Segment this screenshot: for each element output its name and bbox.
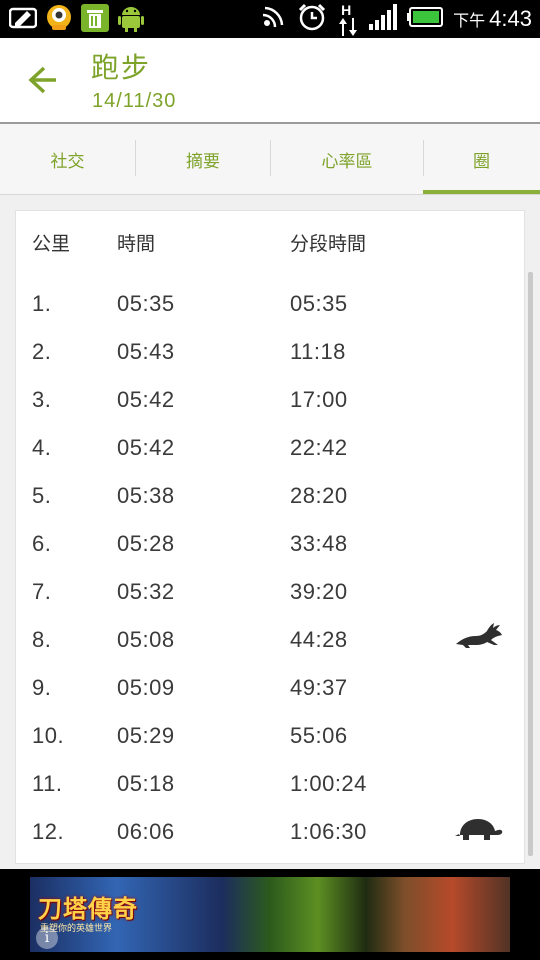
network-type-label: H xyxy=(341,2,352,18)
tab-heart-rate-zones[interactable]: 心率區 xyxy=(271,124,423,194)
lap-split: 1:06:30 xyxy=(290,819,367,844)
lap-row: 1. 05:35 05:35 xyxy=(16,291,516,339)
lap-km: 10. xyxy=(32,723,65,748)
lap-time: 05:38 xyxy=(117,483,175,508)
lap-km: 9. xyxy=(32,675,52,700)
tab-laps[interactable]: 圈 xyxy=(423,124,540,194)
lap-time: 05:42 xyxy=(117,435,175,460)
lap-split: 44:28 xyxy=(290,627,348,652)
lap-row: 5. 05:38 28:20 xyxy=(16,483,516,531)
lap-split: 55:06 xyxy=(290,723,348,748)
lap-split: 22:42 xyxy=(290,435,348,460)
battery-icon xyxy=(407,7,444,31)
lap-row: 12. 06:06 1:06:30 xyxy=(16,819,516,867)
alarm-clock-icon xyxy=(297,2,327,36)
status-bar: H 下午 4:43 xyxy=(0,0,540,38)
lap-split: 05:35 xyxy=(290,291,348,316)
tab-social[interactable]: 社交 xyxy=(0,124,135,194)
clock-ampm: 下午 xyxy=(453,11,486,30)
lap-time: 05:42 xyxy=(117,387,175,412)
signal-bars-icon xyxy=(369,4,398,34)
monster-app-icon xyxy=(44,3,74,33)
lap-row: 9. 05:09 49:37 xyxy=(16,675,516,723)
lap-split: 33:48 xyxy=(290,531,348,556)
android-icon xyxy=(116,3,146,33)
lap-km: 8. xyxy=(32,627,52,652)
message-edit-icon xyxy=(8,3,38,33)
arrow-left-icon xyxy=(28,66,56,94)
column-header-split: 分段時間 xyxy=(290,233,367,255)
column-header-time: 時間 xyxy=(117,233,156,255)
page-title: 跑步 xyxy=(91,51,152,84)
ad-logo: 刀塔傳奇 xyxy=(38,895,138,923)
tab-bar: 社交 摘要 心率區 圈 xyxy=(0,124,540,195)
selected-tab-indicator xyxy=(423,190,540,194)
tab-summary[interactable]: 摘要 xyxy=(136,124,270,194)
data-arrows-icon: H xyxy=(337,2,359,36)
lap-time: 05:28 xyxy=(117,531,175,556)
lap-split: 1:00:24 xyxy=(290,771,367,796)
lap-km: 11. xyxy=(32,771,63,796)
lap-row: 2. 05:43 11:18 xyxy=(16,339,516,387)
lap-km: 12. xyxy=(32,819,65,844)
lap-time: 05:09 xyxy=(117,675,175,700)
lap-row: 8. 05:08 44:28 xyxy=(16,623,516,675)
trash-icon xyxy=(80,3,110,33)
lap-km: 1. xyxy=(32,291,52,316)
ad-banner[interactable]: 刀塔傳奇 重塑你的英雄世界 i xyxy=(30,877,510,952)
lap-km: 6. xyxy=(32,531,52,556)
lap-time: 05:32 xyxy=(117,579,175,604)
lap-row: 4. 05:42 22:42 xyxy=(16,435,516,483)
ad-bar: 刀塔傳奇 重塑你的英雄世界 i xyxy=(0,869,540,960)
lap-split: 49:37 xyxy=(290,675,348,700)
clock-time: 4:43 xyxy=(489,6,532,31)
lap-time: 05:43 xyxy=(117,339,175,364)
ad-info-icon[interactable]: i xyxy=(36,927,58,949)
column-header-km: 公里 xyxy=(32,233,71,255)
lap-split: 17:00 xyxy=(290,387,348,412)
turtle-icon xyxy=(455,819,503,840)
lap-row: 6. 05:28 33:48 xyxy=(16,531,516,579)
lap-km: 3. xyxy=(32,387,52,412)
lap-time: 05:29 xyxy=(117,723,175,748)
page-subtitle-date: 14/11/30 xyxy=(92,90,177,112)
lap-row: 10. 05:29 55:06 xyxy=(16,723,516,771)
lap-km: 2. xyxy=(32,339,52,364)
lap-split: 39:20 xyxy=(290,579,348,604)
lap-time: 06:06 xyxy=(117,819,175,844)
back-button[interactable] xyxy=(26,60,60,100)
rabbit-icon xyxy=(456,623,502,648)
lap-row: 7. 05:32 39:20 xyxy=(16,579,516,627)
lap-time: 05:18 xyxy=(117,771,175,796)
scrollbar[interactable] xyxy=(528,272,533,856)
laps-card: 公里 時間 分段時間 1. 05:35 05:35 2. 05:43 11:18… xyxy=(15,210,525,864)
app-bar: 跑步 14/11/30 xyxy=(0,38,540,124)
lap-split: 11:18 xyxy=(290,339,346,364)
lap-row: 11. 05:18 1:00:24 xyxy=(16,771,516,819)
lap-km: 4. xyxy=(32,435,52,460)
lap-split: 28:20 xyxy=(290,483,348,508)
lap-row: 3. 05:42 17:00 xyxy=(16,387,516,435)
lap-time: 05:08 xyxy=(117,627,175,652)
signal-waves-icon xyxy=(259,3,287,35)
lap-km: 5. xyxy=(32,483,52,508)
lap-km: 7. xyxy=(32,579,52,604)
lap-time: 05:35 xyxy=(117,291,175,316)
